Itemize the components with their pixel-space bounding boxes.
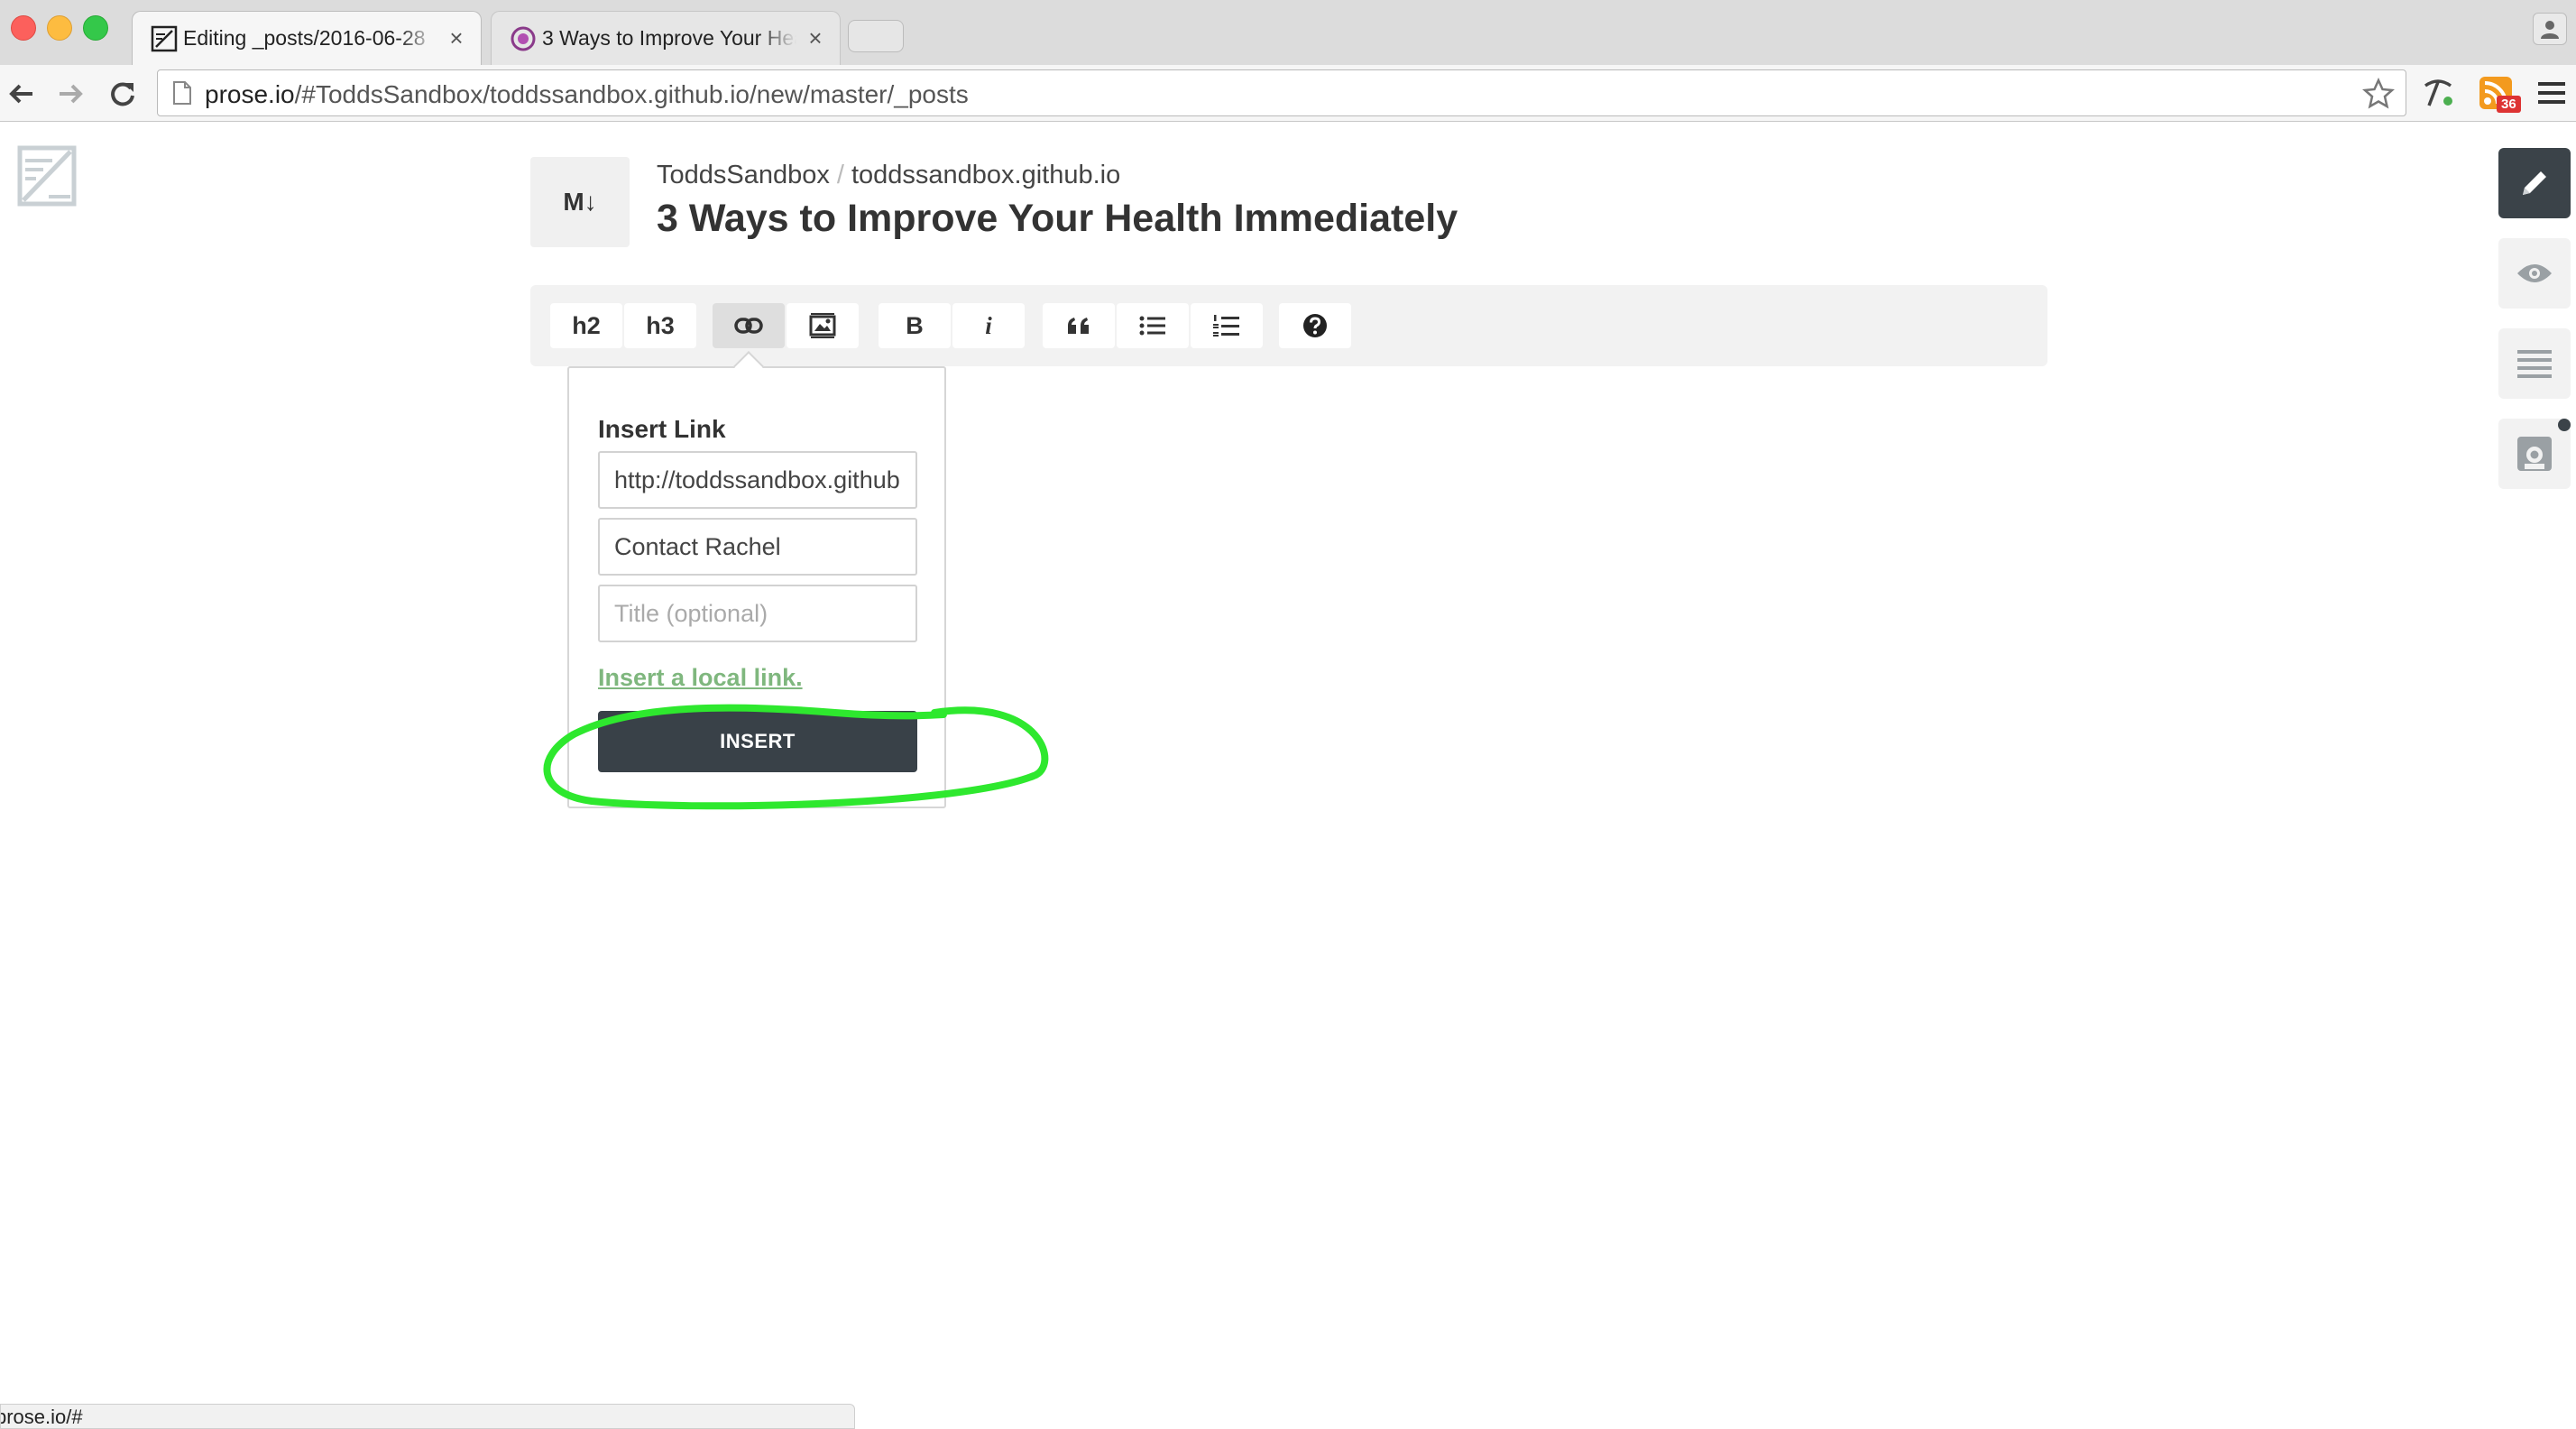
status-text: prose.io/#	[0, 1406, 83, 1428]
markdown-format-badge: M↓	[530, 157, 630, 247]
extension-pickaxe-icon[interactable]	[2417, 72, 2459, 114]
browser-toolbar: prose.io/#ToddsSandbox/toddssandbox.gith…	[0, 65, 2576, 122]
back-button[interactable]	[4, 76, 40, 112]
new-tab-button[interactable]	[848, 20, 904, 52]
metadata-button[interactable]	[2498, 328, 2571, 399]
breadcrumb-repo[interactable]: toddssandbox.github.io	[851, 161, 1120, 189]
rss-extension-icon[interactable]: 36	[2475, 72, 2521, 114]
preview-mode-button[interactable]	[2498, 238, 2571, 309]
back-arrow-icon	[9, 84, 32, 104]
bullet-list-icon	[1139, 316, 1165, 336]
url-text: prose.io/#ToddsSandbox/toddssandbox.gith…	[205, 80, 969, 109]
forward-button[interactable]	[52, 76, 88, 112]
breadcrumb-separator: /	[836, 161, 844, 189]
tab-close-icon[interactable]: ×	[804, 24, 827, 52]
tab-close-icon[interactable]: ×	[445, 24, 468, 52]
help-button[interactable]	[1279, 303, 1351, 348]
chrome-menu-button[interactable]	[2531, 72, 2572, 114]
hamburger-menu-icon	[2538, 82, 2565, 104]
tab-title: Editing _posts/2016-06-28	[183, 26, 426, 50]
heading3-button[interactable]: h3	[624, 303, 696, 348]
page-icon	[172, 80, 192, 110]
link-url-input[interactable]	[598, 451, 917, 509]
bullet-list-button[interactable]	[1117, 303, 1189, 348]
prose-logo-icon[interactable]	[16, 144, 78, 212]
bold-button[interactable]: B	[879, 303, 951, 348]
editor-toolbar: h2 h3 B i	[530, 285, 2047, 366]
unsaved-indicator-dot	[2558, 419, 2571, 431]
eye-icon	[2517, 264, 2552, 282]
insert-link-dialog: Insert Link Insert a local link. INSERT	[567, 366, 946, 808]
insert-link-button[interactable]	[713, 303, 785, 348]
blockquote-button[interactable]	[1043, 303, 1115, 348]
heading2-button[interactable]: h2	[550, 303, 622, 348]
breadcrumb: ToddsSandbox / toddssandbox.github.io	[657, 161, 1120, 190]
browser-tab-post[interactable]: 3 Ways to Improve Your Health ×	[491, 11, 841, 65]
link-icon	[734, 318, 763, 334]
reload-button[interactable]	[105, 76, 141, 112]
rss-unread-badge: 36	[2497, 96, 2521, 113]
link-title-input[interactable]	[598, 585, 917, 642]
page-title: 3 Ways to Improve Your Health Immediatel…	[657, 197, 1458, 240]
person-icon	[2541, 21, 2559, 39]
breadcrumb-owner[interactable]: ToddsSandbox	[657, 161, 830, 189]
edit-mode-button[interactable]	[2498, 148, 2571, 218]
url-host: prose.io	[205, 80, 295, 108]
floppy-disk-icon	[2517, 437, 2552, 471]
window-close-button[interactable]	[11, 15, 36, 41]
status-url-bubble: prose.io/#	[0, 1404, 855, 1429]
pencil-icon	[2523, 171, 2546, 195]
browser-tab-editing[interactable]: Editing _posts/2016-06-28 ×	[132, 11, 482, 65]
site-favicon-icon	[510, 25, 537, 52]
numbered-list-icon	[1213, 315, 1239, 337]
reload-icon	[111, 82, 134, 106]
window-zoom-button[interactable]	[83, 15, 108, 41]
italic-button[interactable]: i	[952, 303, 1025, 348]
bookmark-star-icon[interactable]	[2361, 77, 2396, 115]
forward-arrow-icon	[60, 84, 83, 104]
tab-title: 3 Ways to Improve Your Health	[542, 26, 796, 50]
insert-image-button[interactable]	[787, 303, 859, 348]
insert-button[interactable]: INSERT	[598, 711, 917, 772]
address-bar[interactable]: prose.io/#ToddsSandbox/toddssandbox.gith…	[157, 69, 2406, 116]
quote-icon	[1068, 318, 1089, 334]
image-icon	[809, 313, 836, 338]
insert-local-link[interactable]: Insert a local link.	[598, 664, 803, 692]
list-lines-icon	[2517, 350, 2552, 378]
prose-favicon-icon	[151, 25, 178, 52]
window-minimize-button[interactable]	[47, 15, 72, 41]
help-icon	[1303, 314, 1327, 337]
link-text-input[interactable]	[598, 518, 917, 576]
numbered-list-button[interactable]	[1191, 303, 1263, 348]
browser-tab-strip: Editing _posts/2016-06-28 × 3 Ways to Im…	[0, 0, 2576, 66]
dialog-heading: Insert Link	[598, 415, 726, 443]
url-path: /#ToddsSandbox/toddssandbox.github.io/ne…	[294, 80, 969, 108]
profile-button[interactable]	[2533, 13, 2567, 45]
